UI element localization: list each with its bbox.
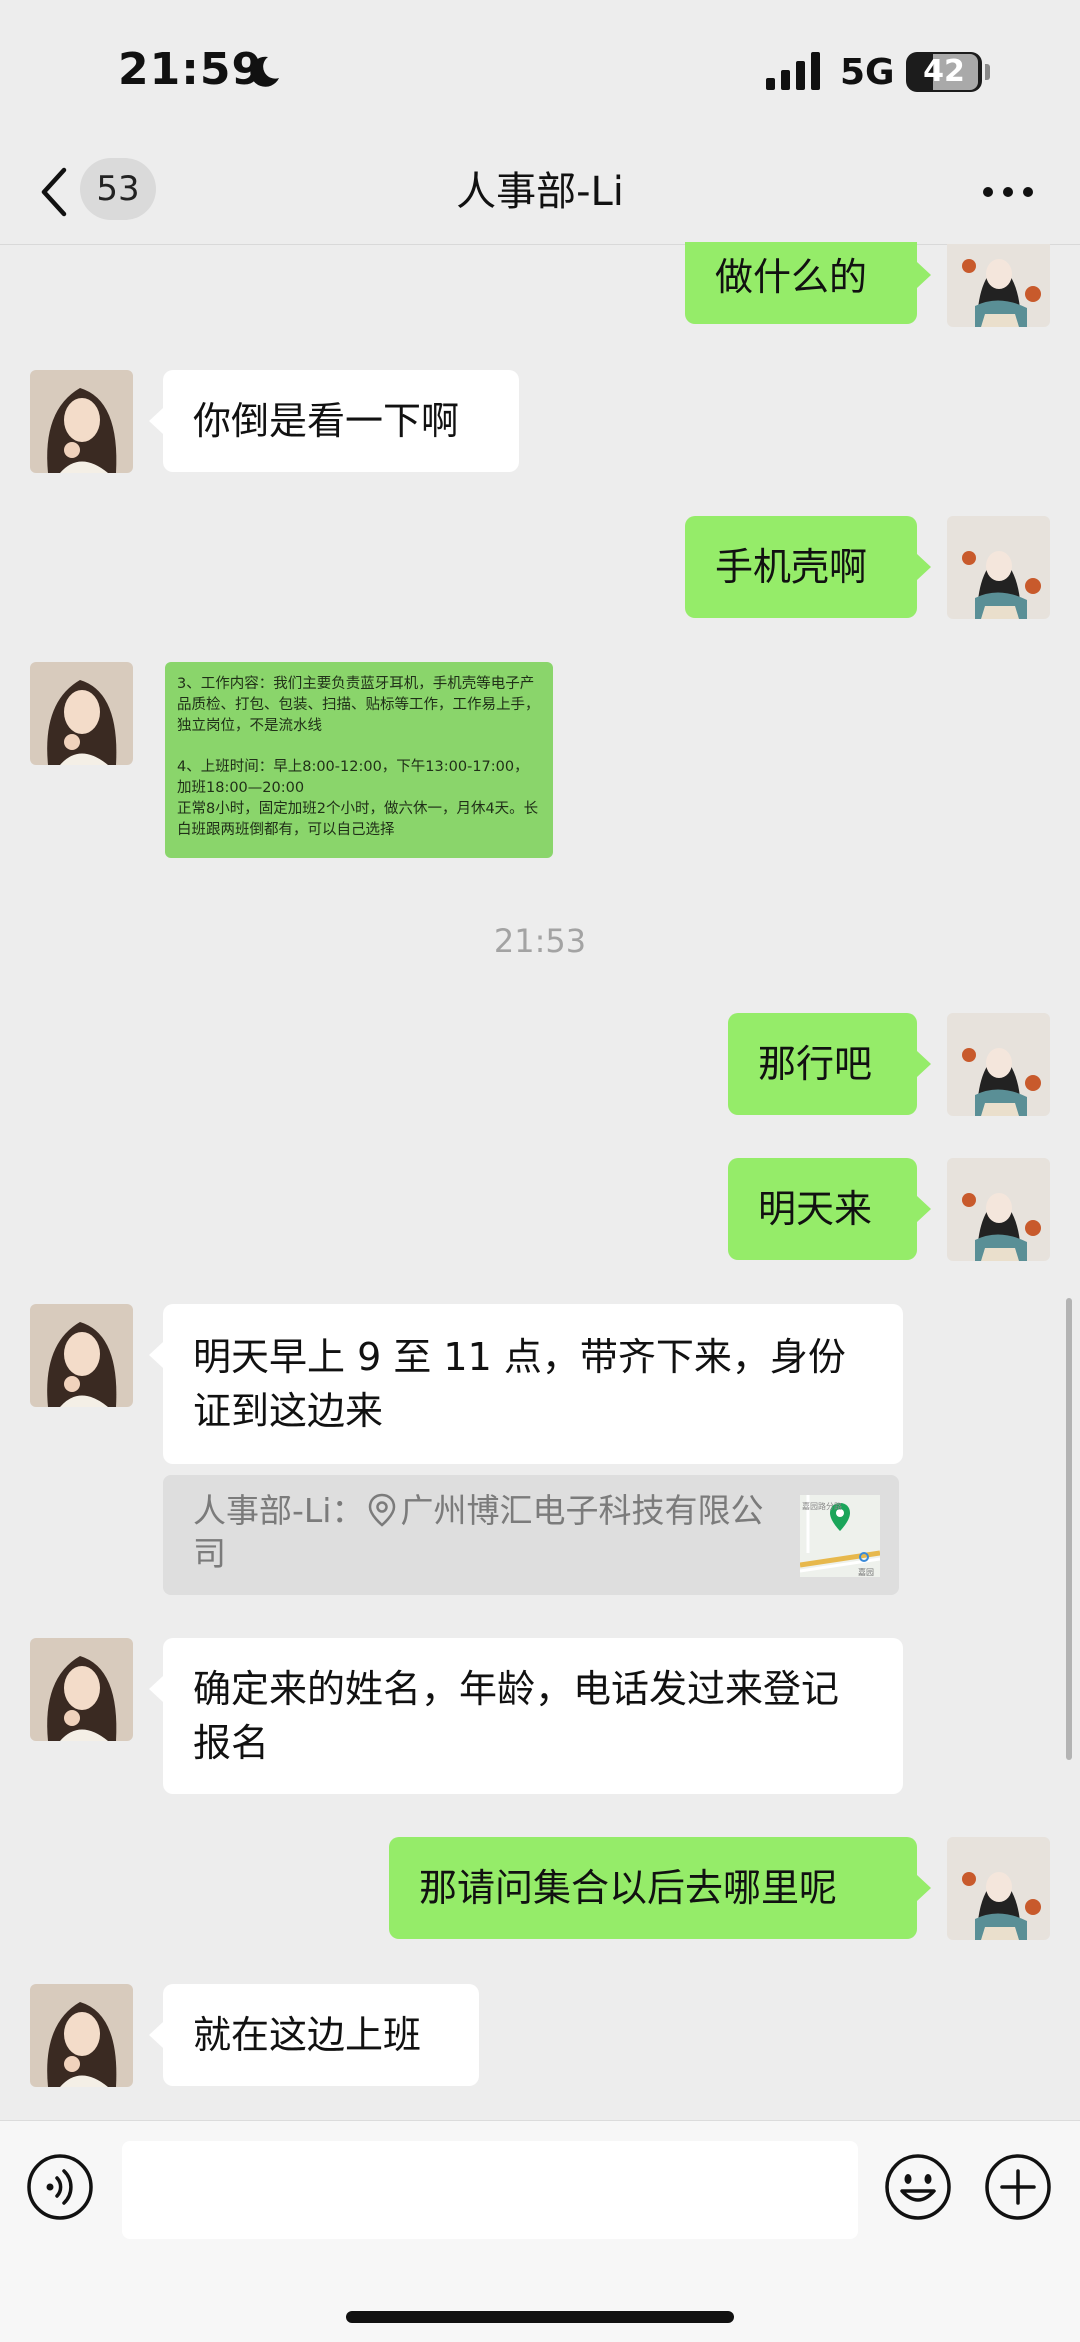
unread-count-badge[interactable]: 53 bbox=[80, 158, 156, 220]
more-icon[interactable] bbox=[980, 184, 1036, 200]
quote-sender: 人事部-Li： bbox=[193, 1491, 365, 1530]
contact-avatar[interactable] bbox=[30, 1638, 133, 1741]
contact-avatar[interactable] bbox=[30, 1984, 133, 2087]
input-bar bbox=[0, 2120, 1080, 2342]
chat-scrollbar[interactable] bbox=[1066, 1298, 1072, 1760]
location-pin-icon bbox=[369, 1493, 396, 1527]
home-indicator bbox=[346, 2311, 734, 2323]
message-text: 做什么的 bbox=[715, 255, 868, 299]
message-bubble-incoming[interactable]: 确定来的姓名，年龄，电话发过来登记报名 bbox=[163, 1638, 903, 1794]
battery-level: 42 bbox=[923, 54, 965, 89]
message-text: 那请问集合以后去哪里呢 bbox=[419, 1866, 838, 1910]
battery-icon: 42 bbox=[906, 52, 982, 92]
my-avatar[interactable] bbox=[947, 1158, 1050, 1261]
message-bubble-outgoing[interactable]: 那请问集合以后去哪里呢 bbox=[389, 1837, 917, 1939]
message-text: 确定来的姓名，年龄，电话发过来登记报名 bbox=[193, 1667, 840, 1765]
message-bubble-outgoing[interactable]: 做什么的 bbox=[685, 242, 917, 324]
my-avatar[interactable] bbox=[947, 244, 1050, 327]
status-bar: 21:59 5G 42 bbox=[0, 0, 1080, 140]
bubble-tail bbox=[917, 554, 931, 580]
message-bubble-incoming[interactable]: 你倒是看一下啊 bbox=[163, 370, 519, 472]
message-text: 就在这边上班 bbox=[193, 2013, 422, 2057]
bubble-tail bbox=[149, 1342, 163, 1368]
message-bubble-outgoing[interactable]: 明天来 bbox=[728, 1158, 917, 1260]
bubble-tail bbox=[917, 1051, 931, 1077]
contact-avatar[interactable] bbox=[30, 370, 133, 473]
message-bubble-outgoing[interactable]: 那行吧 bbox=[728, 1013, 917, 1115]
message-text: 那行吧 bbox=[758, 1042, 873, 1086]
message-input[interactable] bbox=[122, 2141, 858, 2239]
chat-title: 人事部-Li bbox=[456, 169, 624, 215]
message-text: 你倒是看一下啊 bbox=[193, 399, 460, 443]
my-avatar[interactable] bbox=[947, 1837, 1050, 1940]
chevron-left-icon[interactable] bbox=[36, 164, 72, 220]
message-bubble-incoming[interactable]: 就在这边上班 bbox=[163, 1984, 479, 2086]
network-type: 5G bbox=[840, 52, 895, 93]
battery-tip bbox=[985, 64, 990, 80]
my-avatar[interactable] bbox=[947, 1013, 1050, 1116]
bubble-tail bbox=[149, 1676, 163, 1702]
my-avatar[interactable] bbox=[947, 516, 1050, 619]
bubble-tail bbox=[917, 1875, 931, 1901]
image-text-line: 4、上班时间：早上8:00-12:00，下午13:00-17:00，加班18:0… bbox=[177, 759, 529, 796]
message-bubble-incoming[interactable]: 明天早上 9 至 11 点，带齐下来，身份证到这边来 bbox=[163, 1304, 903, 1464]
message-timestamp: 21:53 bbox=[493, 922, 587, 960]
chat-header: 人事部-Li 53 bbox=[0, 140, 1080, 245]
contact-avatar[interactable] bbox=[30, 662, 133, 765]
bubble-tail bbox=[917, 1196, 931, 1222]
moon-icon bbox=[250, 56, 279, 87]
emoji-icon[interactable] bbox=[884, 2153, 952, 2221]
message-text: 明天早上 9 至 11 点，带齐下来，身份证到这边来 bbox=[193, 1335, 846, 1433]
message-text: 明天来 bbox=[758, 1187, 873, 1231]
bubble-tail bbox=[149, 408, 163, 434]
message-bubble-outgoing[interactable]: 手机壳啊 bbox=[685, 516, 917, 618]
image-text-paragraph: 3、工作内容：我们主要负责蓝牙耳机，手机壳等电子产品质检、打包、包装、扫描、贴标… bbox=[177, 676, 540, 734]
image-message[interactable]: 3、工作内容：我们主要负责蓝牙耳机，手机壳等电子产品质检、打包、包装、扫描、贴标… bbox=[165, 662, 553, 858]
map-thumbnail[interactable]: 嘉园路分路 嘉园 bbox=[800, 1495, 880, 1577]
signal-icon bbox=[766, 52, 820, 90]
voice-icon[interactable] bbox=[26, 2153, 94, 2221]
message-text: 手机壳啊 bbox=[715, 545, 868, 589]
bubble-tail bbox=[149, 2022, 163, 2048]
map-road-label: 嘉园路分路 bbox=[802, 1501, 842, 1511]
image-text-line: 正常8小时，固定加班2个小时，做六休一，月休4天。长白班跟两班倒都有，可以自己选… bbox=[177, 801, 539, 838]
contact-avatar[interactable] bbox=[30, 1304, 133, 1407]
map-place-label: 嘉园 bbox=[858, 1567, 874, 1577]
plus-icon[interactable] bbox=[984, 2153, 1052, 2221]
status-time: 21:59 bbox=[118, 44, 264, 95]
bubble-tail bbox=[917, 262, 931, 288]
quoted-location[interactable]: 人事部-Li： 广州博汇电子科技有限公司 bbox=[163, 1475, 899, 1595]
